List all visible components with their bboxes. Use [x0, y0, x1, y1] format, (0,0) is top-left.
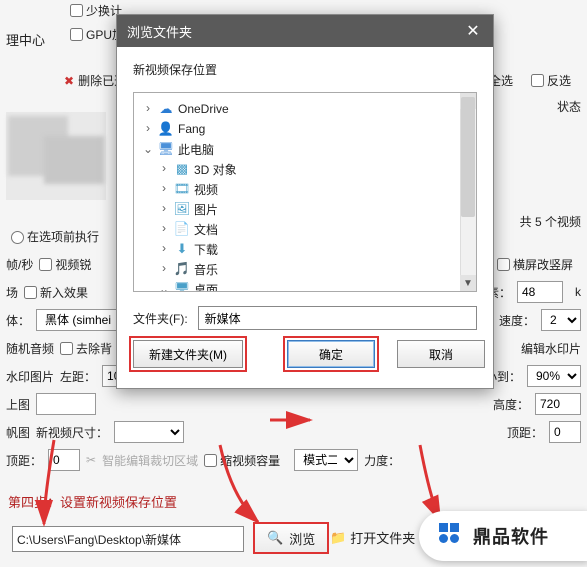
collapse-icon[interactable]: ⌄ — [142, 142, 154, 157]
close-icon: ✕ — [466, 21, 479, 41]
browse-folder-dialog: 浏览文件夹 ✕ 新视频保存位置 ›☁OneDrive ›👤Fang ⌄🖥此电脑 … — [116, 14, 494, 389]
expand-icon[interactable]: › — [142, 102, 154, 116]
edit-wm-label: 编辑水印片 — [521, 340, 581, 357]
cloud-icon: ☁ — [158, 101, 174, 117]
brand-badge: 鼎品软件 — [419, 511, 587, 561]
tree-pictures[interactable]: ›🖼图片 — [138, 199, 472, 219]
margin-input[interactable] — [48, 449, 80, 471]
height-input[interactable] — [535, 393, 581, 415]
pixel-input[interactable] — [517, 281, 563, 303]
tree-music[interactable]: ›🎵音乐 — [138, 259, 472, 279]
folder-tree[interactable]: ›☁OneDrive ›👤Fang ⌄🖥此电脑 ›▩3D 对象 ›🎞视频 ›🖼图… — [133, 92, 477, 292]
cancel-button[interactable]: 取消 — [397, 340, 485, 368]
browse-label: 浏览 — [289, 529, 315, 548]
video-icon: 🎞 — [174, 181, 190, 197]
random-audio-label: 随机音频 — [6, 340, 54, 357]
dialog-titlebar[interactable]: 浏览文件夹 ✕ — [117, 15, 493, 47]
speed-select[interactable]: 2 — [541, 309, 581, 331]
cb-insert-effect[interactable]: 新入效果 — [24, 284, 88, 301]
folder-name-input[interactable] — [198, 306, 477, 330]
expand-icon[interactable]: › — [158, 182, 170, 196]
folder-field-label: 文件夹(F): — [133, 310, 188, 327]
speed-label: 速度： — [499, 312, 535, 329]
status-label: 状态 — [557, 98, 581, 115]
save-path-display[interactable]: C:\Users\Fang\Desktop\新媒体 — [12, 526, 244, 552]
font-label: 体： — [6, 312, 30, 329]
delete-icon[interactable]: ✖ — [64, 74, 74, 88]
download-icon: ⬇ — [174, 241, 190, 257]
tree-user[interactable]: ›👤Fang — [138, 119, 472, 139]
mode-select[interactable]: 模式二 — [294, 449, 358, 471]
tree-thispc[interactable]: ⌄🖥此电脑 — [138, 139, 472, 159]
scale-select[interactable]: 90% — [527, 365, 581, 387]
new-folder-button[interactable]: 新建文件夹(M) — [133, 340, 243, 368]
aux-image-label: 帆图 — [6, 424, 30, 441]
tree-desktop[interactable]: ⌄🖥桌面 — [138, 279, 472, 292]
pc-icon: 🖥 — [158, 141, 174, 157]
dialog-subtitle: 新视频保存位置 — [133, 61, 477, 78]
tree-downloads[interactable]: ›⬇下载 — [138, 239, 472, 259]
upper-image-label: 上图 — [6, 396, 30, 413]
expand-icon[interactable]: › — [142, 122, 154, 136]
ok-button[interactable]: 确定 — [287, 340, 375, 368]
brand-text: 鼎品软件 — [473, 523, 549, 549]
desktop-icon: 🖥 — [174, 281, 190, 292]
new-size-label: 新视频尺寸： — [36, 424, 108, 441]
cb-few-swap[interactable]: 少换计 — [70, 2, 122, 19]
folder-open-icon: 📁 — [330, 530, 346, 546]
cb-compress[interactable]: 缩视频容量 — [204, 452, 280, 469]
browse-button[interactable]: 🔍 浏览 — [253, 522, 329, 554]
open-folder-label: 打开文件夹 — [350, 528, 415, 547]
top-margin-label: 顶距： — [507, 424, 543, 441]
document-icon: 📄 — [174, 221, 190, 237]
scroll-down-icon[interactable]: ▼ — [460, 275, 476, 291]
expand-icon[interactable]: › — [158, 202, 170, 216]
top-margin-input[interactable] — [549, 421, 581, 443]
cb-remove-bg[interactable]: 去除背 — [60, 340, 112, 357]
tree-3dobjects[interactable]: ›▩3D 对象 — [138, 159, 472, 179]
k-label: k — [575, 285, 581, 299]
upper-image-input[interactable] — [36, 393, 96, 415]
open-folder-link[interactable]: 📁 打开文件夹 — [330, 528, 415, 547]
new-size-select[interactable] — [114, 421, 184, 443]
mgmt-center-label: 理中心 — [6, 30, 45, 49]
dialog-title: 浏览文件夹 — [127, 22, 192, 41]
folder-search-icon: 🔍 — [267, 530, 283, 546]
height-label: 高度： — [493, 396, 529, 413]
user-icon: 👤 — [158, 121, 174, 137]
fps-label: 帧/秒 — [6, 256, 33, 273]
expand-icon[interactable]: › — [158, 242, 170, 256]
expand-icon[interactable]: › — [158, 262, 170, 276]
scene-label: 场 — [6, 284, 18, 301]
strength-label: 力度： — [364, 452, 400, 469]
cb-video-sharpen[interactable]: 视频锐 — [39, 256, 91, 273]
step4-label: 第四步：设置新视频保存位置 — [8, 492, 177, 511]
wm-img-label: 水印图片 — [6, 368, 54, 385]
brand-icon — [435, 519, 463, 554]
scrollbar-thumb[interactable] — [461, 97, 475, 217]
thumbnail-preview-2 — [44, 136, 104, 184]
scissors-icon: ✂ — [86, 453, 96, 467]
left-margin-label: 左距： — [60, 368, 96, 385]
radio-run-before[interactable]: 在选项前执行 — [6, 228, 99, 245]
collapse-icon[interactable]: ⌄ — [158, 282, 170, 293]
music-icon: 🎵 — [174, 261, 190, 277]
margin2-label: 顶距： — [6, 452, 42, 469]
tree-onedrive[interactable]: ›☁OneDrive — [138, 99, 472, 119]
close-button[interactable]: ✕ — [453, 15, 493, 47]
expand-icon[interactable]: › — [158, 222, 170, 236]
tree-scrollbar[interactable]: ▲ ▼ — [460, 93, 476, 291]
expand-icon[interactable]: › — [158, 162, 170, 176]
cube-icon: ▩ — [174, 161, 190, 177]
smart-crop-label: 智能编辑裁切区域 — [102, 452, 198, 469]
picture-icon: 🖼 — [174, 201, 190, 217]
tree-documents[interactable]: ›📄文档 — [138, 219, 472, 239]
cb-invert-selection[interactable]: 反选 — [531, 72, 571, 89]
cb-horiz-to-vert[interactable]: 横屏改竖屏 — [497, 256, 573, 273]
tree-videos[interactable]: ›🎞视频 — [138, 179, 472, 199]
